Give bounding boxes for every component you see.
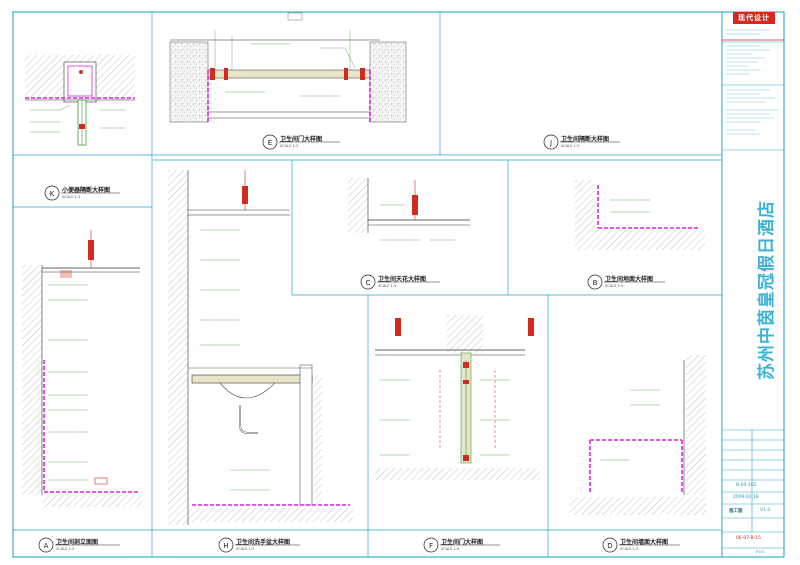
detail-K-title: 小便器隔断大样图 <box>62 187 111 194</box>
detail-F-label: F <box>429 542 433 550</box>
detail-B-label: B <box>593 279 598 287</box>
detail-D-scale: SCALE 1:5 <box>620 547 639 551</box>
detail-H-title: 卫生间洗手盆大样图 <box>236 539 291 546</box>
detail-F-drawing <box>375 315 540 480</box>
project-name: 苏州中茵皇冠假日酒店 <box>757 200 777 380</box>
detail-D-drawing <box>570 355 706 515</box>
detail-B-scale: SCALE 1:5 <box>605 284 624 288</box>
detail-C-drawing <box>348 178 470 241</box>
detail-D-label: D <box>607 542 612 550</box>
issue-date: 2009.02.18 <box>733 495 759 500</box>
detail-A-scale: SCALE 1:5 <box>56 547 75 551</box>
detail-H-drawing <box>168 170 353 525</box>
detail-J-scale: SCALE 1:5 <box>561 144 580 148</box>
detail-A-label: A <box>44 542 49 550</box>
stage-label: 施工图 <box>729 509 743 514</box>
detail-C-title: 卫生间天花大样图 <box>378 276 427 283</box>
detail-K-label: K <box>50 190 55 198</box>
detail-E-title: 卫生间门大样图 <box>280 136 323 143</box>
detail-H-scale: SCALE 1:5 <box>236 547 255 551</box>
detail-F-scale: SCALE 1:5 <box>441 547 460 551</box>
detail-A-title: 卫生间剖立面图 <box>56 539 99 546</box>
page-number: P101 <box>756 550 765 554</box>
document-code: 0E-07-B-15 <box>736 536 761 541</box>
detail-D-title: 卫生间墙面大样图 <box>620 539 669 546</box>
detail-C-scale: SCALE 1:5 <box>378 284 397 288</box>
detail-B-title: 卫生间地面大样图 <box>605 276 654 283</box>
detail-A-drawing <box>22 230 142 507</box>
drawing-number: B-05-102 <box>736 483 757 488</box>
detail-B-drawing <box>575 180 705 250</box>
detail-C-label: C <box>366 279 371 287</box>
detail-J-label: J <box>549 139 552 147</box>
detail-K-scale: SCALE 1:5 <box>62 195 81 199</box>
detail-E-scale: SCALE 1:5 <box>280 144 299 148</box>
detail-K-drawing <box>25 55 135 146</box>
company-logo: 现代设计 <box>733 12 775 24</box>
detail-F-title: 卫生间门大样图 <box>441 539 484 546</box>
detail-E-label: E <box>268 139 272 147</box>
detail-H-label: H <box>223 542 228 550</box>
detail-E-drawing <box>169 12 407 123</box>
version-label: V1.0 <box>760 508 771 513</box>
detail-J-title: 卫生间隔断大样图 <box>561 136 610 143</box>
